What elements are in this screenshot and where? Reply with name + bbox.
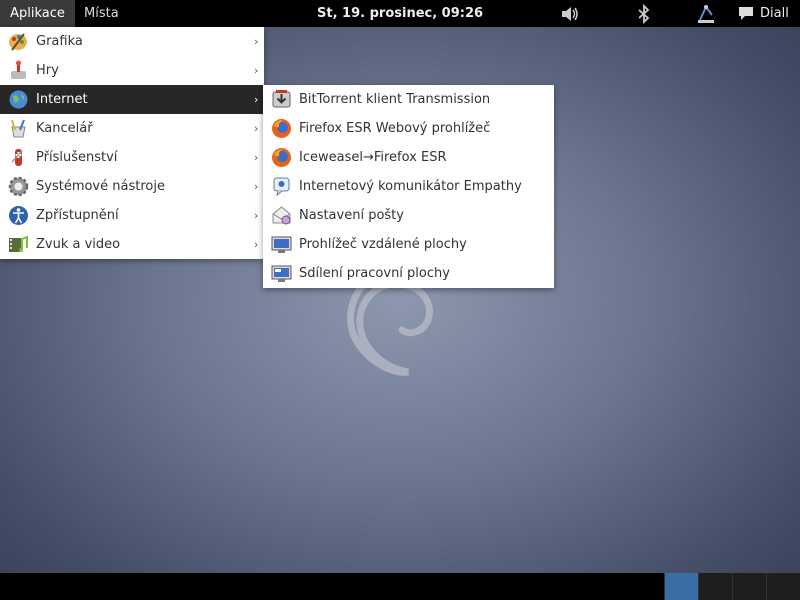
- firefox-icon: [272, 148, 291, 167]
- workspace-3[interactable]: [732, 573, 766, 600]
- internet-icon: [9, 90, 28, 109]
- chevron-right-icon: ›: [254, 180, 259, 193]
- category-accessibility[interactable]: Zpřístupnění ›: [0, 201, 264, 230]
- category-label: Kancelář: [36, 121, 93, 136]
- accessibility-icon: [9, 206, 28, 225]
- chevron-right-icon: ›: [254, 151, 259, 164]
- workspace-1[interactable]: [664, 573, 698, 600]
- menu-item-label: Sdílení pracovní plochy: [299, 266, 450, 281]
- category-label: Hry: [36, 63, 59, 78]
- category-games[interactable]: Hry ›: [0, 56, 264, 85]
- graphics-icon: [9, 33, 27, 51]
- category-label: Zvuk a video: [36, 237, 121, 252]
- category-label: Systémové nástroje: [36, 179, 165, 194]
- chevron-right-icon: ›: [254, 35, 259, 48]
- menu-item-desktop-sharing[interactable]: Sdílení pracovní plochy: [263, 259, 554, 288]
- menu-item-label: Internetový komunikátor Empathy: [299, 179, 522, 194]
- games-icon: [11, 60, 26, 79]
- menu-item-label: Firefox ESR Webový prohlížeč: [299, 121, 491, 136]
- user-menu[interactable]: Diall: [760, 0, 789, 27]
- remote-desktop-icon: [271, 236, 292, 253]
- menu-item-remote-desktop-viewer[interactable]: Prohlížeč vzdálené plochy: [263, 230, 554, 259]
- bluetooth-icon[interactable]: [633, 3, 655, 25]
- category-label: Grafika: [36, 34, 83, 49]
- network-icon[interactable]: [695, 3, 717, 25]
- category-label: Internet: [36, 92, 88, 107]
- menu-item-label: BitTorrent klient Transmission: [299, 92, 491, 107]
- mail-settings-icon: [272, 206, 291, 225]
- menu-item-iceweasel[interactable]: Iceweasel→Firefox ESR: [263, 143, 554, 172]
- category-graphics[interactable]: Grafika ›: [0, 27, 264, 56]
- firefox-icon: [272, 119, 291, 138]
- internet-submenu: BitTorrent klient Transmission Firefox E…: [263, 85, 554, 288]
- category-label: Zpřístupnění: [36, 208, 119, 223]
- desktop-sharing-icon: [271, 265, 292, 282]
- applications-menu-button[interactable]: Aplikace: [0, 0, 75, 27]
- volume-icon[interactable]: [559, 3, 581, 25]
- chevron-right-icon: ›: [254, 64, 259, 77]
- clock[interactable]: St, 19. prosinec, 09:26: [317, 0, 483, 27]
- category-accessories[interactable]: Příslušenství ›: [0, 143, 264, 172]
- places-menu-button[interactable]: Místa: [84, 0, 119, 27]
- system-tools-icon: [8, 176, 29, 197]
- chevron-right-icon: ›: [254, 122, 259, 135]
- category-sound-video[interactable]: Zvuk a video ›: [0, 230, 264, 259]
- bottom-panel: [0, 573, 800, 600]
- menu-item-mail-settings[interactable]: Nastavení pošty: [263, 201, 554, 230]
- menu-item-empathy[interactable]: Internetový komunikátor Empathy: [263, 172, 554, 201]
- empathy-icon: [273, 177, 290, 197]
- office-icon: [11, 119, 26, 138]
- chevron-right-icon: ›: [254, 93, 259, 106]
- workspace-4[interactable]: [766, 573, 800, 600]
- menu-item-label: Iceweasel→Firefox ESR: [299, 150, 447, 165]
- sound-video-icon: [9, 235, 28, 252]
- category-label: Příslušenství: [36, 150, 118, 165]
- category-internet[interactable]: Internet ›: [0, 85, 264, 114]
- category-office[interactable]: Kancelář ›: [0, 114, 264, 143]
- menu-item-label: Nastavení pošty: [299, 208, 404, 223]
- menu-item-transmission[interactable]: BitTorrent klient Transmission: [263, 85, 554, 114]
- accessories-icon: [11, 149, 23, 166]
- chevron-right-icon: ›: [254, 238, 259, 251]
- chat-icon[interactable]: [737, 4, 755, 22]
- category-system-tools[interactable]: Systémové nástroje ›: [0, 172, 264, 201]
- transmission-icon: [272, 90, 291, 108]
- chevron-right-icon: ›: [254, 209, 259, 222]
- menu-item-firefox-esr[interactable]: Firefox ESR Webový prohlížeč: [263, 114, 554, 143]
- menu-item-label: Prohlížeč vzdálené plochy: [299, 237, 467, 252]
- applications-menu: Grafika › Hry › Internet › Kancelář › Př…: [0, 27, 264, 259]
- top-panel: Aplikace Místa St, 19. prosinec, 09:26 D…: [0, 0, 800, 27]
- workspace-2[interactable]: [698, 573, 732, 600]
